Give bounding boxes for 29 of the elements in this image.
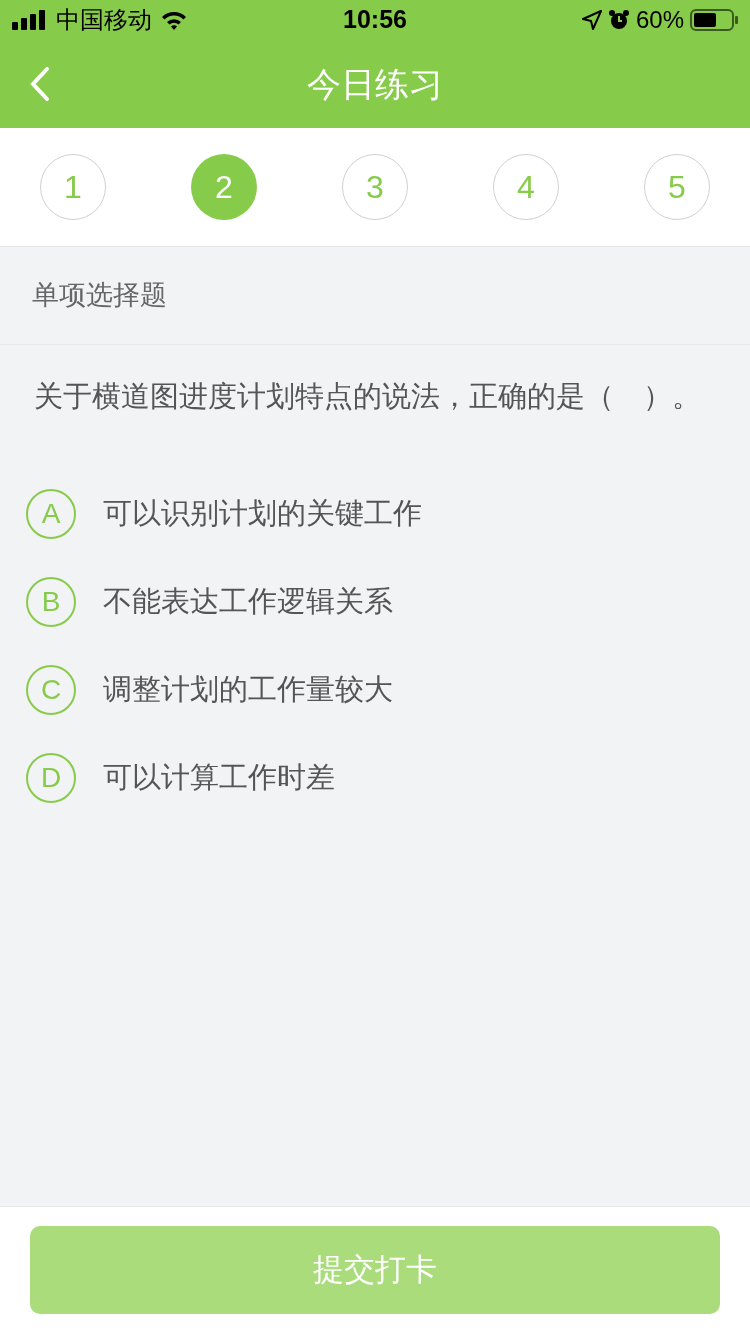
question-text: 关于横道图进度计划特点的说法，正确的是（ ）。 <box>34 379 702 414</box>
battery-icon <box>690 9 738 31</box>
option-text: 不能表达工作逻辑关系 <box>103 583 393 619</box>
option-text: 可以识别计划的关键工作 <box>103 495 422 531</box>
option-text: 可以计算工作时差 <box>103 759 335 795</box>
answer-option[interactable]: B 不能表达工作逻辑关系 <box>26 576 724 627</box>
question-number-tab[interactable]: 1 <box>40 154 106 220</box>
battery-percent: 60% <box>635 5 684 35</box>
answer-option[interactable]: D 可以计算工作时差 <box>26 752 724 803</box>
page-title: 今日练习 <box>307 63 443 105</box>
location-arrow-icon <box>581 10 602 30</box>
question-number-tab[interactable]: 4 <box>493 154 559 220</box>
signal-icon <box>12 10 48 30</box>
answer-option[interactable]: A 可以识别计划的关键工作 <box>26 488 724 539</box>
question-number-tab[interactable]: 3 <box>342 154 408 220</box>
option-letter: D <box>26 752 76 803</box>
wifi-icon <box>160 9 188 31</box>
answer-option[interactable]: C 调整计划的工作量较大 <box>26 664 724 715</box>
option-letter: B <box>26 576 76 627</box>
question-number-tab[interactable]: 5 <box>644 154 710 220</box>
option-text: 调整计划的工作量较大 <box>103 671 393 707</box>
question-type-label: 单项选择题 <box>32 279 167 313</box>
clock-time: 10:56 <box>342 4 408 36</box>
back-chevron-icon <box>30 67 50 101</box>
alarm-clock-icon <box>607 9 630 31</box>
carrier-name: 中国移动 <box>56 5 152 35</box>
question-number-tab[interactable]: 2 <box>191 154 257 220</box>
option-letter: C <box>26 664 76 715</box>
option-letter: A <box>26 488 76 539</box>
